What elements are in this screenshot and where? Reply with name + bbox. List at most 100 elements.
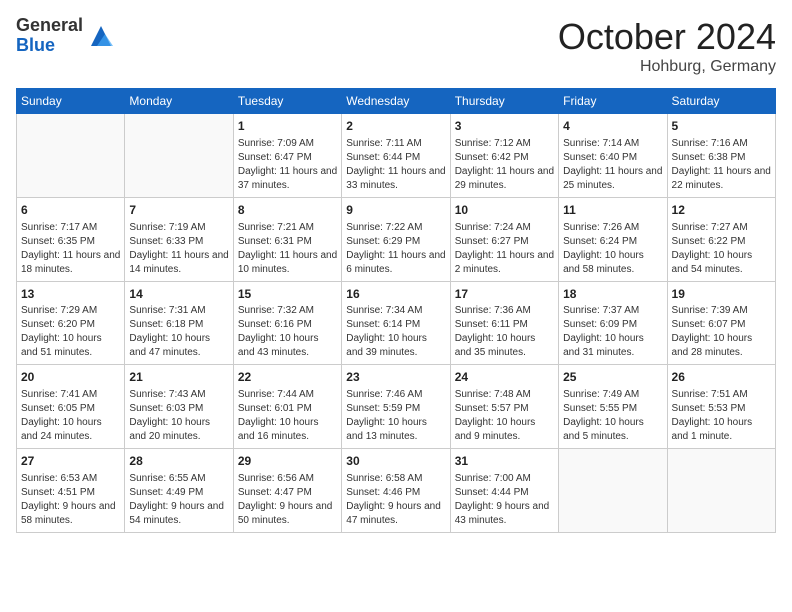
day-cell (125, 114, 233, 198)
day-cell: 23 Sunrise: 7:46 AMSunset: 5:59 PMDayligh… (342, 365, 450, 449)
day-info: Sunrise: 7:19 AMSunset: 6:33 PMDaylight:… (129, 221, 228, 277)
week-row-1: 1 Sunrise: 7:09 AMSunset: 6:47 PMDaylight… (17, 114, 776, 198)
day-cell: 25Sunrise: 7:49 AMSunset: 5:55 PMDayligh… (559, 365, 667, 449)
month-title: October 2024 (558, 16, 776, 58)
day-number: 10 (455, 202, 554, 219)
day-number: 23 (346, 369, 445, 386)
day-info: Sunrise: 7:26 AMSunset: 6:24 PMDaylight:… (563, 221, 662, 277)
day-cell: 16Sunrise: 7:34 AMSunset: 6:14 PMDayligh… (342, 281, 450, 365)
day-info: Sunrise: 7:29 AMSunset: 6:20 PMDaylight:… (21, 304, 120, 360)
day-number: 11 (563, 202, 662, 219)
day-number: 13 (21, 286, 120, 303)
logo-icon (87, 22, 115, 50)
day-cell: 27Sunrise: 6:53 AMSunset: 4:51 PMDayligh… (17, 449, 125, 533)
day-info: Sunrise: 7:27 AMSunset: 6:22 PMDaylight:… (672, 221, 771, 277)
col-header-wednesday: Wednesday (342, 89, 450, 114)
day-cell: 21 Sunrise: 7:43 AMSunset: 6:03 PMDayligh… (125, 365, 233, 449)
day-info: Sunrise: 7:12 AMSunset: 6:42 PMDaylight:… (455, 137, 554, 193)
day-cell: 11 Sunrise: 7:26 AMSunset: 6:24 PMDayligh… (559, 197, 667, 281)
day-number: 26 (672, 369, 771, 386)
day-cell: 17Sunrise: 7:36 AMSunset: 6:11 PMDayligh… (450, 281, 558, 365)
day-cell: 15Sunrise: 7:32 AMSunset: 6:16 PMDayligh… (233, 281, 341, 365)
day-cell (667, 449, 775, 533)
day-info: Sunrise: 7:16 AMSunset: 6:38 PMDaylight:… (672, 137, 771, 193)
day-cell: 22 Sunrise: 7:44 AMSunset: 6:01 PMDayligh… (233, 365, 341, 449)
day-cell: 31 Sunrise: 7:00 AMSunset: 4:44 PMDayligh… (450, 449, 558, 533)
day-number: 14 (129, 286, 228, 303)
day-number: 20 (21, 369, 120, 386)
day-cell: 1 Sunrise: 7:09 AMSunset: 6:47 PMDaylight… (233, 114, 341, 198)
day-cell: 6 Sunrise: 7:17 AMSunset: 6:35 PMDaylight… (17, 197, 125, 281)
day-info: Sunrise: 6:56 AMSunset: 4:47 PMDaylight:… (238, 472, 337, 528)
day-number: 8 (238, 202, 337, 219)
day-info: Sunrise: 7:37 AMSunset: 6:09 PMDaylight:… (563, 304, 662, 360)
day-cell: 9 Sunrise: 7:22 AMSunset: 6:29 PMDaylight… (342, 197, 450, 281)
day-info: Sunrise: 7:43 AMSunset: 6:03 PMDaylight:… (129, 388, 228, 444)
day-info: Sunrise: 7:41 AMSunset: 6:05 PMDaylight:… (21, 388, 120, 444)
day-cell: 28Sunrise: 6:55 AMSunset: 4:49 PMDayligh… (125, 449, 233, 533)
day-number: 21 (129, 369, 228, 386)
day-cell: 19Sunrise: 7:39 AMSunset: 6:07 PMDayligh… (667, 281, 775, 365)
calendar-table: SundayMondayTuesdayWednesdayThursdayFrid… (16, 88, 776, 533)
day-cell: 20 Sunrise: 7:41 AMSunset: 6:05 PMDayligh… (17, 365, 125, 449)
day-number: 3 (455, 118, 554, 135)
day-number: 6 (21, 202, 120, 219)
day-info: Sunrise: 7:24 AMSunset: 6:27 PMDaylight:… (455, 221, 554, 277)
day-number: 24 (455, 369, 554, 386)
week-row-3: 13Sunrise: 7:29 AMSunset: 6:20 PMDayligh… (17, 281, 776, 365)
day-cell: 7 Sunrise: 7:19 AMSunset: 6:33 PMDaylight… (125, 197, 233, 281)
day-info: Sunrise: 7:39 AMSunset: 6:07 PMDaylight:… (672, 304, 771, 360)
logo-general-text: General (16, 16, 83, 36)
day-number: 5 (672, 118, 771, 135)
day-info: Sunrise: 7:46 AMSunset: 5:59 PMDaylight:… (346, 388, 445, 444)
day-cell: 2Sunrise: 7:11 AMSunset: 6:44 PMDaylight… (342, 114, 450, 198)
day-info: Sunrise: 6:53 AMSunset: 4:51 PMDaylight:… (21, 472, 120, 528)
week-row-4: 20 Sunrise: 7:41 AMSunset: 6:05 PMDayligh… (17, 365, 776, 449)
day-info: Sunrise: 7:14 AMSunset: 6:40 PMDaylight:… (563, 137, 662, 193)
week-row-5: 27Sunrise: 6:53 AMSunset: 4:51 PMDayligh… (17, 449, 776, 533)
day-number: 31 (455, 453, 554, 470)
day-cell (559, 449, 667, 533)
title-block: October 2024 Hohburg, Germany (558, 16, 776, 76)
day-info: Sunrise: 7:48 AMSunset: 5:57 PMDaylight:… (455, 388, 554, 444)
day-number: 1 (238, 118, 337, 135)
day-number: 25 (563, 369, 662, 386)
day-cell: 3 Sunrise: 7:12 AMSunset: 6:42 PMDaylight… (450, 114, 558, 198)
day-number: 17 (455, 286, 554, 303)
day-number: 9 (346, 202, 445, 219)
day-number: 18 (563, 286, 662, 303)
day-cell: 5 Sunrise: 7:16 AMSunset: 6:38 PMDaylight… (667, 114, 775, 198)
day-info: Sunrise: 7:22 AMSunset: 6:29 PMDaylight:… (346, 221, 445, 277)
day-number: 7 (129, 202, 228, 219)
day-info: Sunrise: 7:17 AMSunset: 6:35 PMDaylight:… (21, 221, 120, 277)
day-info: Sunrise: 7:44 AMSunset: 6:01 PMDaylight:… (238, 388, 337, 444)
day-cell: 26 Sunrise: 7:51 AMSunset: 5:53 PMDayligh… (667, 365, 775, 449)
col-header-tuesday: Tuesday (233, 89, 341, 114)
day-number: 16 (346, 286, 445, 303)
day-info: Sunrise: 7:09 AMSunset: 6:47 PMDaylight:… (238, 137, 337, 193)
day-number: 2 (346, 118, 445, 135)
day-info: Sunrise: 6:55 AMSunset: 4:49 PMDaylight:… (129, 472, 228, 528)
page-header: General Blue October 2024 Hohburg, Germa… (16, 16, 776, 76)
col-header-saturday: Saturday (667, 89, 775, 114)
logo: General Blue (16, 16, 115, 56)
col-header-sunday: Sunday (17, 89, 125, 114)
day-info: Sunrise: 7:21 AMSunset: 6:31 PMDaylight:… (238, 221, 337, 277)
day-number: 22 (238, 369, 337, 386)
day-cell (17, 114, 125, 198)
day-cell: 24 Sunrise: 7:48 AMSunset: 5:57 PMDayligh… (450, 365, 558, 449)
day-number: 30 (346, 453, 445, 470)
day-info: Sunrise: 7:00 AMSunset: 4:44 PMDaylight:… (455, 472, 554, 528)
week-row-2: 6 Sunrise: 7:17 AMSunset: 6:35 PMDaylight… (17, 197, 776, 281)
day-info: Sunrise: 7:51 AMSunset: 5:53 PMDaylight:… (672, 388, 771, 444)
day-info: Sunrise: 7:34 AMSunset: 6:14 PMDaylight:… (346, 304, 445, 360)
day-cell: 29 Sunrise: 6:56 AMSunset: 4:47 PMDayligh… (233, 449, 341, 533)
day-number: 29 (238, 453, 337, 470)
day-number: 15 (238, 286, 337, 303)
col-header-thursday: Thursday (450, 89, 558, 114)
day-cell: 10 Sunrise: 7:24 AMSunset: 6:27 PMDayligh… (450, 197, 558, 281)
day-number: 4 (563, 118, 662, 135)
day-cell: 4 Sunrise: 7:14 AMSunset: 6:40 PMDaylight… (559, 114, 667, 198)
day-cell: 12Sunrise: 7:27 AMSunset: 6:22 PMDayligh… (667, 197, 775, 281)
day-cell: 30Sunrise: 6:58 AMSunset: 4:46 PMDayligh… (342, 449, 450, 533)
